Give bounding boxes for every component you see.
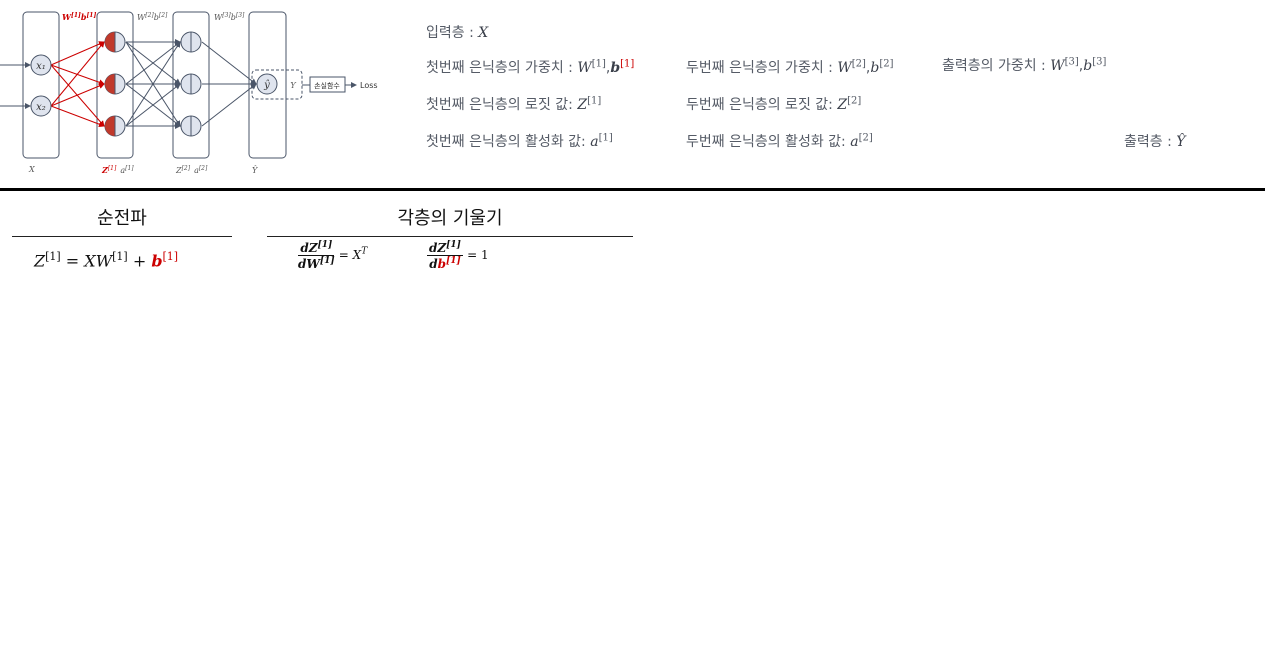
hidden1-nodes xyxy=(104,31,126,137)
bottom-label-hidden1: Z[1] a[1] xyxy=(101,165,134,175)
legend-output-weights: 출력층의 가중치 : W[3],b[3] xyxy=(942,56,1107,74)
legend-hidden2-activation: 두번째 은닉층의 활성화 값: a[2] xyxy=(686,132,873,150)
forward-rule xyxy=(12,236,232,237)
hidden1-node-2 xyxy=(104,73,126,95)
top-label-layer3: W[3]b[3] xyxy=(214,12,245,22)
hidden2-node-2 xyxy=(180,73,202,95)
bottom-label-x: X xyxy=(28,165,35,174)
hidden2-node-3 xyxy=(180,115,202,137)
bottom-label-yhat: Ŷ xyxy=(252,166,258,175)
top-label-layer2: W[2]b[2] xyxy=(137,12,168,22)
gradients-title: 각층의 기울기 xyxy=(397,208,503,229)
hidden2-nodes xyxy=(180,31,202,137)
weights-layer2 xyxy=(125,39,181,129)
section-divider xyxy=(0,188,1265,191)
hidden2-node-1 xyxy=(180,31,202,53)
legend-hidden1-weights: 첫번째 은닉층의 가중치 : W[1],b[1] xyxy=(426,58,635,76)
legend-hidden2-weights: 두번째 은닉층의 가중치 : W[2],b[2] xyxy=(686,58,894,76)
forward-title: 순전파 xyxy=(97,208,147,229)
weights-layer3 xyxy=(201,41,257,127)
hidden1-node-3 xyxy=(104,115,126,137)
input-node-2-label: x₂ xyxy=(36,102,46,113)
input-layer-box xyxy=(22,11,60,159)
bottom-label-hidden2: Z[2] a[2] xyxy=(175,165,208,175)
gradient-dz-dw: dZ[1] dW[1] = XT xyxy=(298,240,368,271)
neural-network-diagram: x₁ x₂ ŷ Y 손실함수 Loss W[1]b[1] W[2]b[2] W[… xyxy=(0,11,378,175)
top-label-layer1: W[1]b[1] xyxy=(62,12,96,22)
loss-label: Loss xyxy=(360,81,378,90)
legend-input-layer: 입력층 : X xyxy=(426,25,489,41)
legend-output-layer: 출력층 : Ŷ xyxy=(1124,134,1186,150)
legend-hidden1-logit: 첫번째 은닉층의 로짓 값: Z[1] xyxy=(426,95,602,113)
target-label: Y xyxy=(290,81,296,90)
legend-hidden1-activation: 첫번째 은닉층의 활성화 값: a[1] xyxy=(426,132,613,150)
gradients-rule xyxy=(267,236,633,237)
hidden1-node-1 xyxy=(104,31,126,53)
legend-hidden2-logit: 두번째 은닉층의 로짓 값: Z[2] xyxy=(686,95,862,113)
input-node-1-label: x₁ xyxy=(36,61,46,72)
gradient-dz-db: dZ[1] db[1] = 1 xyxy=(427,240,489,271)
loss-function-label: 손실함수 xyxy=(314,81,340,90)
forward-equation: Z[1] = XW[1] + b[1] xyxy=(34,250,179,271)
output-node-label: ŷ xyxy=(263,80,270,91)
